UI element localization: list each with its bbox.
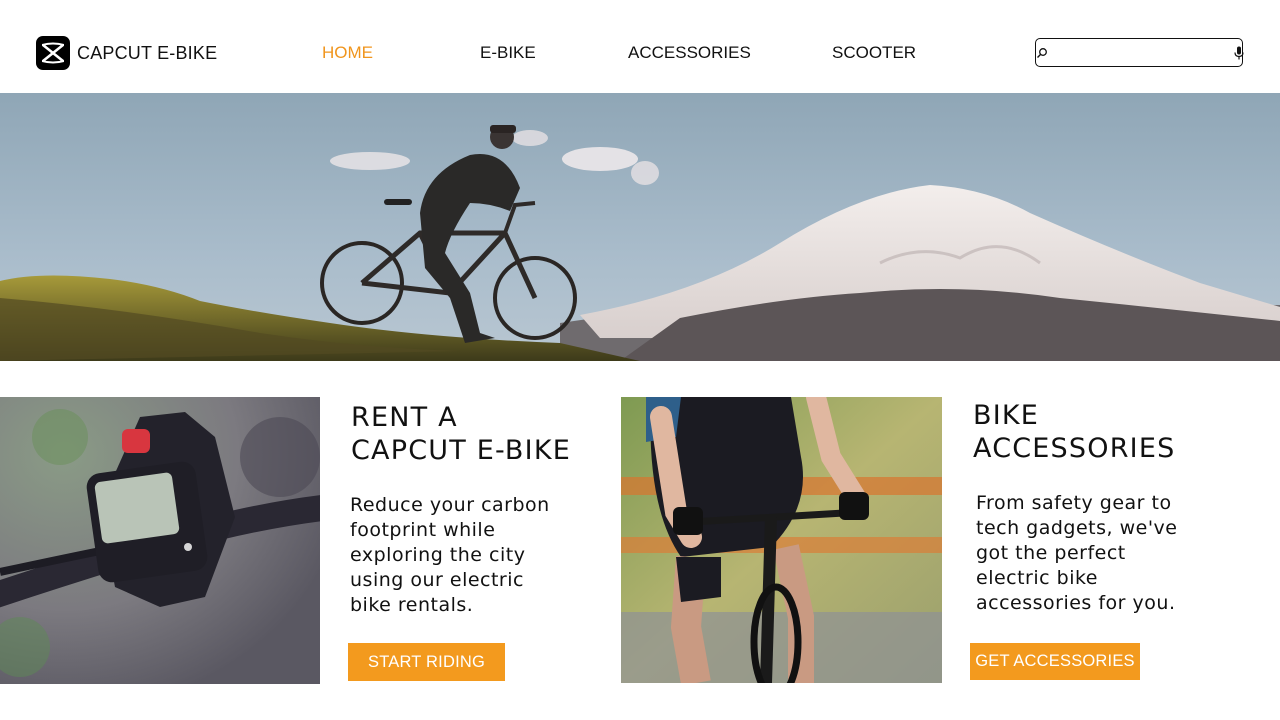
nav-accessories[interactable]: ACCESSORIES: [628, 43, 751, 63]
nav-home[interactable]: HOME: [322, 43, 373, 63]
rent-ebike-description-line: exploring the city: [350, 544, 526, 566]
rent-ebike-description-line: footprint while: [350, 519, 496, 541]
get-accessories-button[interactable]: GET ACCESSORIES: [970, 643, 1140, 680]
nav-scooter[interactable]: SCOOTER: [832, 43, 916, 63]
bike-accessories-description-line: electric bike: [976, 567, 1098, 589]
site-header: CAPCUT E-BIKE HOME E-BIKE ACCESSORIES SC…: [0, 0, 1280, 93]
start-riding-button[interactable]: START RIDING: [348, 643, 505, 681]
search-icon[interactable]: [1036, 43, 1048, 63]
nav-e-bike[interactable]: E-BIKE: [480, 43, 536, 63]
cyclist-riding-road-bike-photo: [621, 397, 942, 683]
search-input[interactable]: [1048, 39, 1234, 66]
bike-accessories-description-line: From safety gear to: [976, 492, 1172, 514]
rent-ebike-title-line1: RENT A: [351, 402, 458, 433]
bike-accessories-description-line: tech gadgets, we've: [976, 517, 1178, 539]
bike-accessories-title-line1: BIKE: [973, 400, 1040, 431]
bike-accessories-description-line: accessories for you.: [976, 592, 1176, 614]
rent-ebike-description: Reduce your carbon footprint while explo…: [350, 493, 550, 618]
rent-ebike-title: RENT A CAPCUT E-BIKE: [351, 401, 571, 467]
rent-ebike-description-line: bike rentals.: [350, 594, 474, 616]
bike-accessories-title-line2: ACCESSORIES: [973, 433, 1176, 464]
bike-accessories-description: From safety gear to tech gadgets, we've …: [976, 491, 1178, 616]
hero-image: [0, 93, 1280, 361]
rent-ebike-description-line: using our electric: [350, 569, 524, 591]
ebike-handlebar-display-photo: [0, 397, 320, 684]
rent-ebike-description-line: Reduce your carbon: [350, 494, 550, 516]
bike-accessories-description-line: got the perfect: [976, 542, 1126, 564]
microphone-icon[interactable]: [1234, 43, 1244, 63]
rent-ebike-title-line2: CAPCUT E-BIKE: [351, 435, 571, 466]
bike-accessories-title: BIKE ACCESSORIES: [973, 399, 1175, 465]
search-bar: [1035, 38, 1244, 67]
